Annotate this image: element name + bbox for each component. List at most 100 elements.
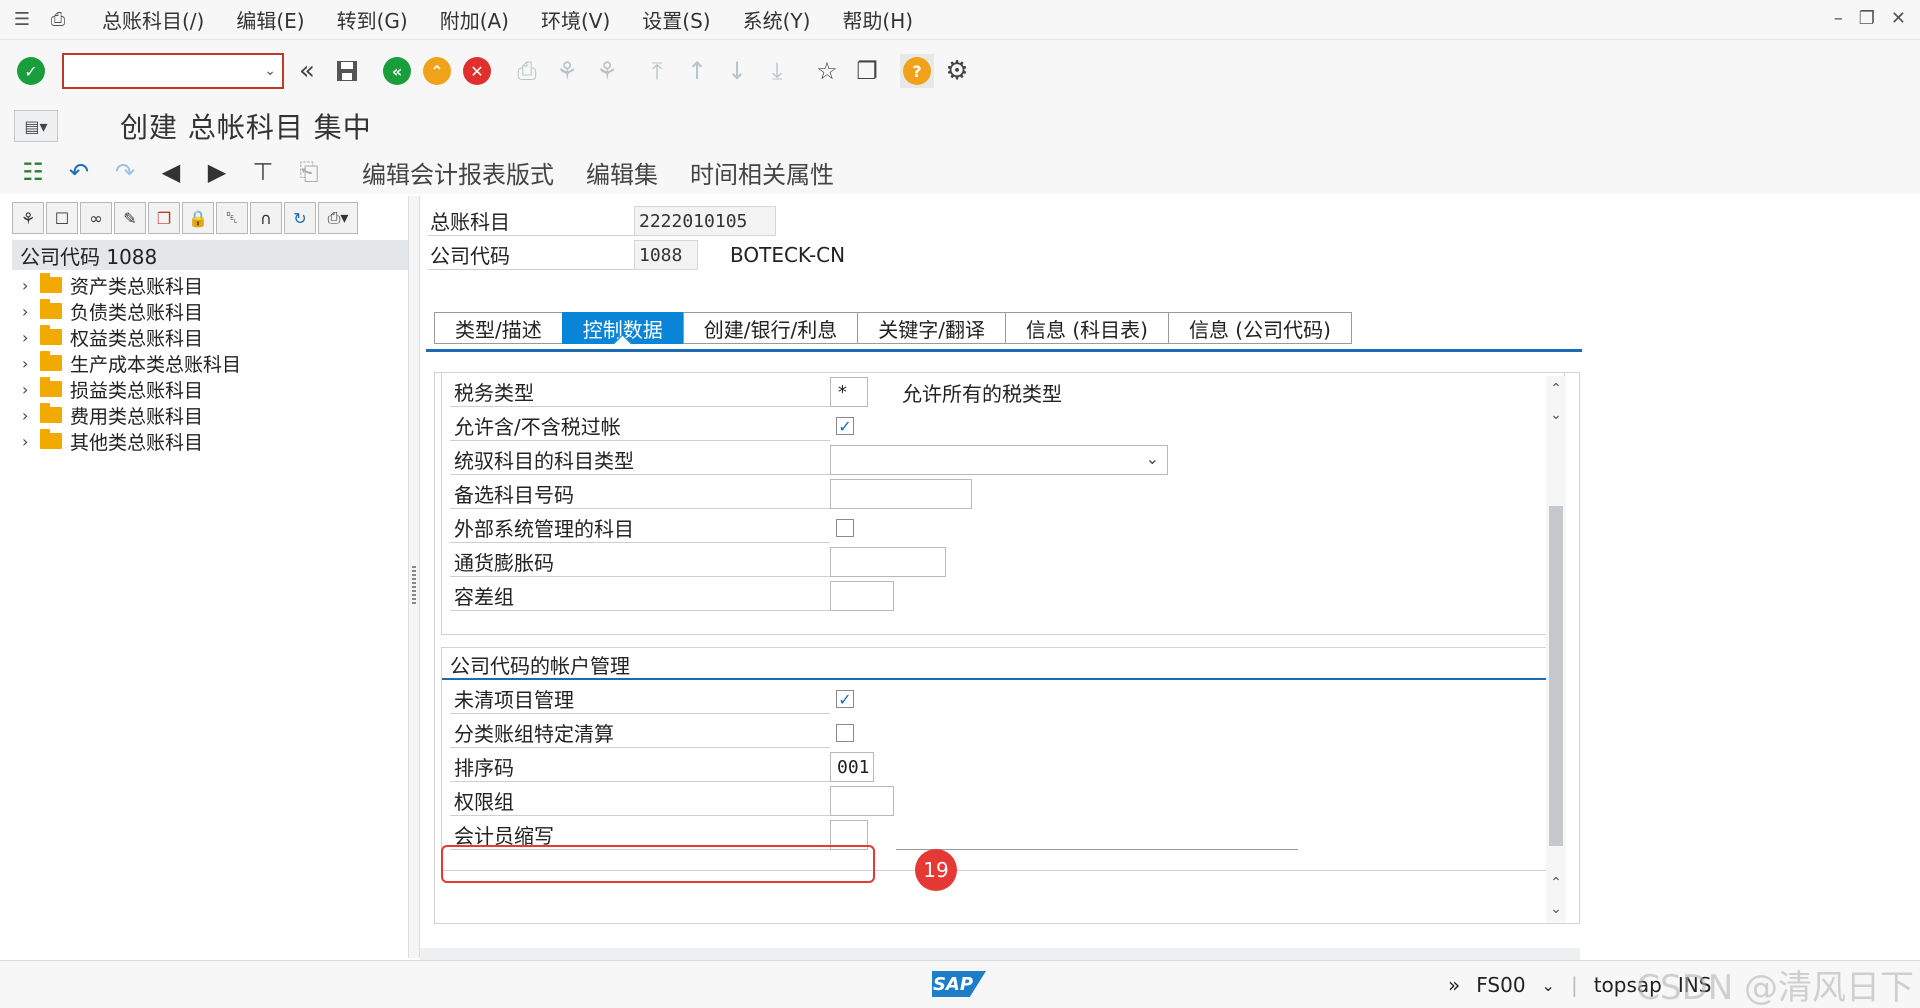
tolerance-group-input[interactable] — [830, 581, 894, 611]
tab-create-bank-interest[interactable]: 创建/银行/利息 — [682, 312, 858, 344]
inflation-key-input[interactable] — [830, 547, 946, 577]
transaction-code[interactable]: FS00 — [1476, 973, 1525, 997]
exit-button[interactable]: ⌃ — [420, 54, 454, 88]
scroll-down-icon[interactable]: ⌄ — [1546, 896, 1566, 922]
scroll-down-icon[interactable]: ⌄ — [1546, 402, 1566, 428]
chevron-right-icon[interactable]: › — [22, 406, 40, 425]
menu-button[interactable]: ▤▾ — [14, 110, 58, 142]
tree-root-company-code[interactable]: 公司代码 1088 — [12, 240, 410, 270]
tab-info-company-code[interactable]: 信息 (公司代码) — [1167, 312, 1352, 344]
tree-block-button[interactable]: 🔒 — [182, 202, 214, 234]
menu-gl-account[interactable]: 总账科目(/) — [102, 5, 204, 34]
sort-key-input[interactable]: 001 — [830, 752, 874, 782]
chevron-right-icon[interactable]: › — [22, 354, 40, 373]
restore-icon[interactable]: ❐ — [1859, 8, 1875, 29]
tab-keyword-translation[interactable]: 关键字/翻译 — [857, 312, 1005, 344]
print-icon: ⎙▾ — [327, 208, 349, 227]
recon-account-select[interactable]: ⌄ — [830, 445, 1168, 475]
chevron-right-icon[interactable]: › — [22, 328, 40, 347]
tax-category-input[interactable]: * — [830, 377, 868, 407]
auth-group-input[interactable] — [830, 786, 894, 816]
menu-extras[interactable]: 附加(A) — [440, 5, 509, 34]
enter-button[interactable]: ✓ — [14, 54, 48, 88]
tree-item-equity[interactable]: › 权益类总账科目 — [22, 324, 411, 350]
chevron-down-icon[interactable]: ⌄ — [264, 63, 276, 79]
cancel-button[interactable]: ✕ — [460, 54, 494, 88]
tree-print-button[interactable]: ⎙▾ — [318, 202, 358, 234]
tree-find-button[interactable]: ⚘ — [12, 202, 44, 234]
chevron-right-icon[interactable]: › — [22, 302, 40, 321]
next-page-button[interactable]: ↓ — [720, 54, 754, 88]
previous-page-button[interactable]: ↑ — [680, 54, 714, 88]
tree-item-profit-loss[interactable]: › 损益类总账科目 — [22, 376, 411, 402]
menu-settings[interactable]: 设置(S) — [642, 5, 710, 34]
save-button[interactable] — [330, 54, 364, 88]
chevron-down-icon[interactable]: ⌄ — [1542, 976, 1555, 995]
tree-delete-button[interactable]: ␡ — [216, 202, 248, 234]
other-object-button[interactable]: ☷ — [16, 155, 50, 189]
command-field[interactable]: ⌄ — [62, 53, 284, 89]
time-dependent-attributes-button[interactable]: 时间相关属性 — [690, 155, 834, 190]
tree-refresh-button[interactable]: ↻ — [284, 202, 316, 234]
menu-environment[interactable]: 环境(V) — [541, 5, 610, 34]
tab-control-data[interactable]: 控制数据 — [561, 312, 683, 344]
menu-goto[interactable]: 转到(G) — [337, 5, 408, 34]
redo-button[interactable]: ↷ — [108, 155, 142, 189]
undo-button[interactable]: ↶ — [62, 155, 96, 189]
close-window-icon[interactable]: ✕ — [1891, 8, 1906, 29]
alt-account-input[interactable] — [830, 479, 972, 509]
tree-item-expenses[interactable]: › 费用类总账科目 — [22, 402, 411, 428]
previous-button[interactable]: ◀ — [154, 155, 188, 189]
tab-type-description[interactable]: 类型/描述 — [434, 312, 562, 344]
chevron-right-icon[interactable]: › — [22, 432, 40, 451]
first-page-button[interactable]: ⤒ — [640, 54, 674, 88]
back-button[interactable]: « — [380, 54, 414, 88]
find-button[interactable]: ⚘ — [550, 54, 584, 88]
edit-fs-version-button[interactable]: 编辑会计报表版式 — [362, 155, 554, 190]
create-session-button[interactable]: ☆ — [810, 54, 844, 88]
new-window-icon: ☆ — [816, 57, 838, 85]
tree-item-production-cost[interactable]: › 生产成本类总账科目 — [22, 350, 411, 376]
chevron-right-icon[interactable]: › — [22, 276, 40, 295]
chevron-down-icon[interactable]: ⌄ — [1146, 449, 1159, 468]
panel-splitter[interactable] — [408, 196, 420, 958]
help-button[interactable]: ? — [900, 54, 934, 88]
command-input[interactable] — [64, 55, 282, 87]
last-page-button[interactable]: ⤓ — [760, 54, 794, 88]
tree-display-button[interactable]: ∞ — [80, 202, 112, 234]
tree-change-button[interactable]: ✎ — [114, 202, 146, 234]
edit-set-button[interactable]: 编辑集 — [586, 155, 658, 190]
tree-item-assets[interactable]: › 资产类总账科目 — [22, 272, 411, 298]
menu-edit[interactable]: 编辑(E) — [236, 5, 304, 34]
tree-new-button[interactable]: ☐ — [46, 202, 78, 234]
layout-menu-icon[interactable]: ⎙ — [46, 9, 70, 30]
print-button[interactable]: ⎙ — [510, 54, 544, 88]
next-button[interactable]: ▶ — [200, 155, 234, 189]
where-used-button[interactable]: ⊤ — [246, 155, 280, 189]
document-button[interactable]: ⎗ — [292, 155, 326, 189]
open-item-checkbox[interactable]: ✓ — [836, 690, 854, 709]
post-without-tax-checkbox[interactable]: ✓ — [836, 417, 854, 436]
system-menu-icon[interactable]: ☰ — [10, 9, 34, 30]
shortcut-button[interactable]: ❐ — [850, 54, 884, 88]
collapse-toolbar-button[interactable]: « — [290, 54, 324, 88]
tree-copy-button[interactable]: ❐ — [148, 202, 180, 234]
scroll-up-icon[interactable]: ⌃ — [1546, 376, 1566, 402]
tree-expand-button[interactable]: ∩ — [250, 202, 282, 234]
tree-item-liabilities[interactable]: › 负债类总账科目 — [22, 298, 411, 324]
ext-managed-checkbox[interactable] — [836, 519, 854, 537]
ledger-group-clearing-checkbox[interactable] — [836, 724, 854, 742]
minimize-icon[interactable]: – — [1834, 8, 1843, 29]
tree-item-other[interactable]: › 其他类总账科目 — [22, 428, 411, 454]
page-title: 创建 总帐科目 集中 — [120, 111, 372, 144]
menu-help[interactable]: 帮助(H) — [842, 5, 913, 34]
tab-info-chart-of-accounts[interactable]: 信息 (科目表) — [1004, 312, 1168, 344]
vertical-scrollbar[interactable]: ⌃ ⌄ ⌃ ⌄ — [1546, 376, 1566, 922]
customize-button[interactable]: ⚙ — [940, 54, 974, 88]
status-expand-icon[interactable]: » — [1448, 973, 1460, 997]
find-next-button[interactable]: ⚘ — [590, 54, 624, 88]
chevron-right-icon[interactable]: › — [22, 380, 40, 399]
scrollbar-thumb[interactable] — [1549, 506, 1563, 846]
menu-system[interactable]: 系统(Y) — [743, 5, 811, 34]
scroll-up-icon[interactable]: ⌃ — [1546, 870, 1566, 896]
